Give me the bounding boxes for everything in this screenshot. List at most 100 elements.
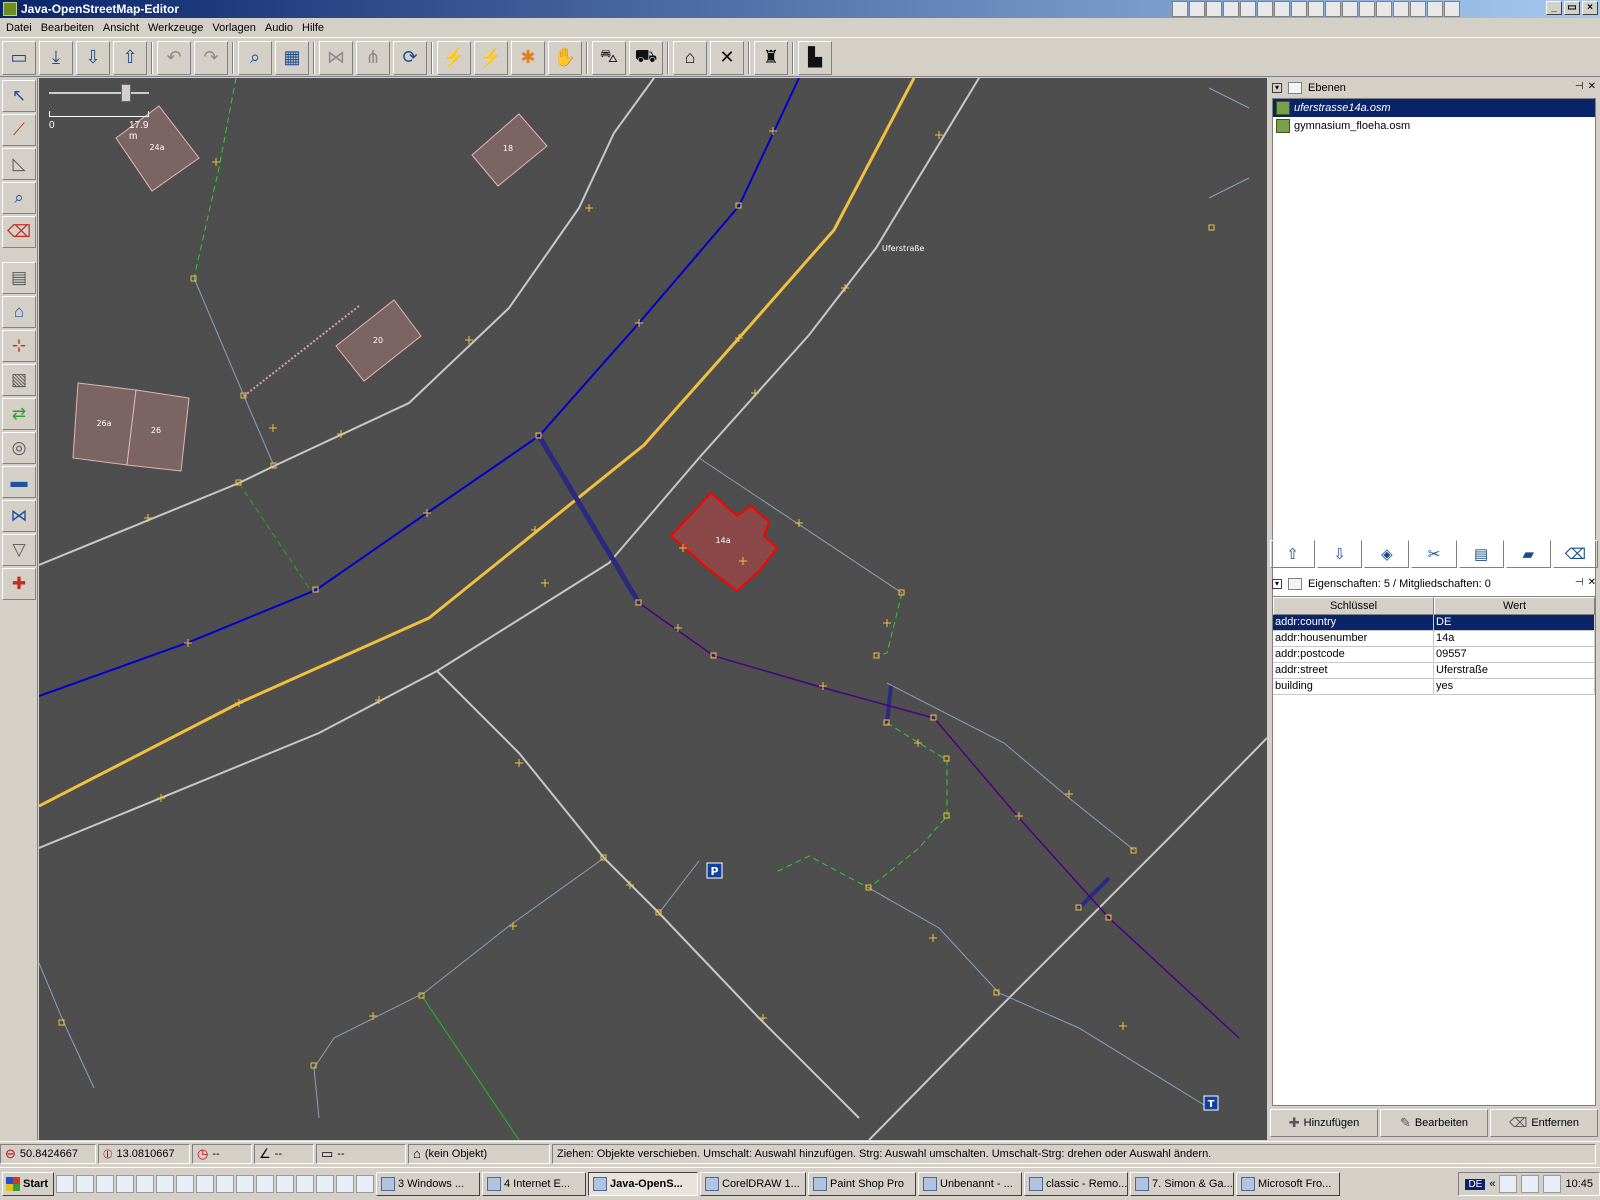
map-canvas[interactable]: 24a 18 20 26a 26 14a Uferstraße P T [39,78,1267,1140]
preset-castle-icon[interactable]: ♜ [754,40,788,75]
quicklaunch-icon[interactable] [136,1175,154,1193]
zoom-slider-track[interactable] [49,92,149,94]
start-button[interactable]: Start [2,1172,54,1196]
menu-audio[interactable]: Audio [263,22,300,34]
menu-ansicht[interactable]: Ansicht [101,22,146,34]
quick-icon[interactable] [1206,1,1222,17]
preset-path-icon[interactable]: ⚡ [474,40,508,75]
preset-bus-icon[interactable]: ⛟ [629,40,663,75]
quick-icon[interactable] [1410,1,1426,17]
quicklaunch-icon[interactable] [256,1175,274,1193]
clock[interactable]: 10:45 [1565,1178,1593,1190]
minimize-button[interactable]: _ [1546,1,1562,15]
quicklaunch-icon[interactable] [116,1175,134,1193]
tray-icon[interactable] [1521,1175,1540,1193]
preferences-icon[interactable]: ▦ [275,40,309,75]
collapse-icon[interactable]: ▾ [1272,83,1282,93]
task-josm[interactable]: Java-OpenS... [588,1172,698,1196]
quick-icon[interactable] [1291,1,1307,17]
quicklaunch-icon[interactable] [76,1175,94,1193]
preset-building-icon[interactable]: ⌂ [673,40,707,75]
quicklaunch-icon[interactable] [176,1175,194,1193]
delete-mode-icon[interactable]: ⌫ [2,216,36,248]
toggle-validator-icon[interactable]: ✚ [2,568,36,600]
quick-icon[interactable] [1444,1,1460,17]
quick-icon[interactable] [1172,1,1188,17]
column-value[interactable]: Wert [1434,597,1595,615]
edit-tag-button[interactable]: ✎ Bearbeiten [1380,1109,1488,1137]
quick-icon[interactable] [1240,1,1256,17]
tray-icon[interactable] [1543,1175,1562,1193]
layer-visibility-icon[interactable]: ◈ [1364,540,1410,568]
layer-info-icon[interactable]: ▤ [1458,540,1504,568]
toggle-layers-icon[interactable]: ▤ [2,262,36,294]
quick-icon[interactable] [1274,1,1290,17]
tray-expand-icon[interactable]: « [1489,1178,1495,1190]
quick-icon[interactable] [1325,1,1341,17]
layer-merge-icon[interactable]: ✂ [1411,540,1457,568]
quicklaunch-icon[interactable] [196,1175,214,1193]
toggle-conflicts-icon[interactable]: ⇄ [2,398,36,430]
toggle-relations-icon[interactable]: ⋈ [2,500,36,532]
layer-activate-icon[interactable]: ▰ [1505,540,1551,568]
menu-bearbeiten[interactable]: Bearbeiten [39,22,101,34]
panel-close-icon[interactable]: ✕ [1588,81,1596,92]
property-row[interactable]: addr:housenumber 14a [1273,631,1595,647]
split-way-icon[interactable]: ⋈ [319,40,353,75]
combine-way-icon[interactable]: ⋔ [356,40,390,75]
preset-restaurant-icon[interactable]: ✕ [710,40,744,75]
quick-icon[interactable] [1189,1,1205,17]
quicklaunch-icon[interactable] [156,1175,174,1193]
quicklaunch-icon[interactable] [96,1175,114,1193]
open-file-icon[interactable]: ▭ [2,40,36,75]
quick-icon[interactable] [1376,1,1392,17]
layer-row-uferstrasse14a[interactable]: uferstrasse14a.osm [1273,99,1595,117]
menu-datei[interactable]: Datei [4,22,39,34]
quicklaunch-icon[interactable] [336,1175,354,1193]
close-button[interactable]: × [1582,1,1598,15]
property-row[interactable]: addr:country DE [1273,615,1595,631]
task-simon-garfunkel[interactable]: 7. Simon & Ga... [1130,1172,1234,1196]
toggle-tags-icon[interactable]: ⌂ [2,296,36,328]
download-icon[interactable]: ⇩ [76,40,110,75]
toggle-selection-icon[interactable]: ⊹ [2,330,36,362]
toggle-commands-icon[interactable]: ▧ [2,364,36,396]
menu-werkzeuge[interactable]: Werkzeuge [146,22,210,34]
way-bridge-connector[interactable] [885,685,893,724]
property-row[interactable]: addr:postcode 09557 [1273,647,1595,663]
undo-icon[interactable]: ↶ [157,40,191,75]
quick-icon[interactable] [1257,1,1273,17]
move-up-icon[interactable]: ⇧ [1270,540,1316,568]
quick-icon[interactable] [1308,1,1324,17]
pin-icon[interactable]: ⊣ [1575,577,1584,588]
quick-icon[interactable] [1223,1,1239,17]
task-microsoft-frontpage[interactable]: Microsoft Fro... [1236,1172,1340,1196]
menu-vorlagen[interactable]: Vorlagen [210,22,262,34]
task-coreldraw[interactable]: CorelDRAW 1... [700,1172,806,1196]
quick-icon[interactable] [1359,1,1375,17]
quick-icon[interactable] [1427,1,1443,17]
task-classic-remote[interactable]: classic - Remo... [1024,1172,1128,1196]
measure-mode-icon[interactable]: ◺ [2,148,36,180]
task-internet-explorer[interactable]: 4 Internet E... [482,1172,586,1196]
maximize-button[interactable]: ▭ [1564,1,1580,15]
select-mode-icon[interactable]: ↖ [2,80,36,112]
quicklaunch-icon[interactable] [216,1175,234,1193]
task-paint-shop-pro[interactable]: Paint Shop Pro [808,1172,916,1196]
property-row[interactable]: building yes [1273,679,1595,695]
quicklaunch-icon[interactable] [356,1175,374,1193]
toggle-filter-icon[interactable]: ▽ [2,534,36,566]
move-down-icon[interactable]: ⇩ [1317,540,1363,568]
preset-track-icon[interactable]: ✱ [511,40,545,75]
quick-icon[interactable] [1342,1,1358,17]
quicklaunch-icon[interactable] [56,1175,74,1193]
zoom-preview-icon[interactable]: ⌕ [238,40,272,75]
remove-tag-button[interactable]: ⌫ Entfernen [1490,1109,1598,1137]
quick-icon[interactable] [1393,1,1409,17]
map-view[interactable]: 24a 18 20 26a 26 14a Uferstraße P T 0 17… [39,78,1267,1140]
upload-icon[interactable]: ⇧ [113,40,147,75]
toggle-authors-icon[interactable]: ▬ [2,466,36,498]
property-row[interactable]: addr:street Uferstraße [1273,663,1595,679]
preset-industrial-icon[interactable]: ▙ [798,40,832,75]
column-key[interactable]: Schlüssel [1273,597,1434,615]
